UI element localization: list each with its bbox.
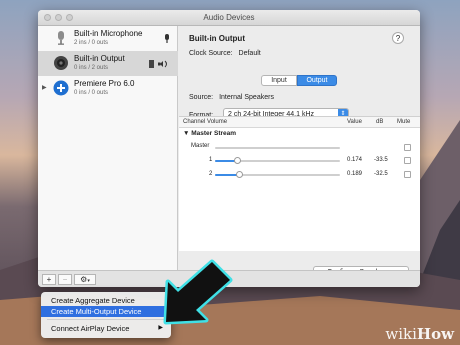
watermark-prefix: wiki — [385, 325, 417, 343]
pointer-arrow-icon — [163, 259, 233, 325]
wikihow-watermark: wikiHow — [385, 325, 454, 343]
watermark-suffix: How — [416, 325, 454, 343]
